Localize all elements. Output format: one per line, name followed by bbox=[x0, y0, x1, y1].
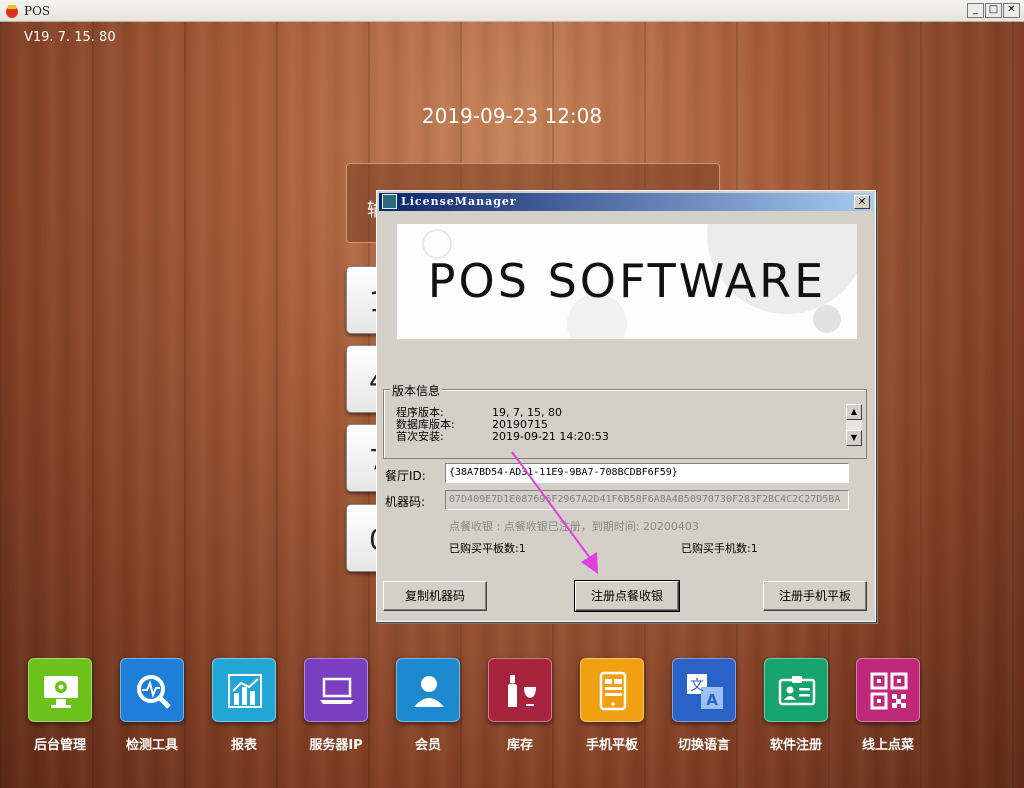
svg-text:文: 文 bbox=[690, 678, 704, 694]
bottom-dock: 后台管理 检测工具 报表 服务器IP 会员 库存 手机平板 文 A 切换语言 软… bbox=[0, 652, 1024, 788]
dock-label: 会员 bbox=[414, 738, 441, 753]
dialog-titlebar: LicenseManager ✕ bbox=[379, 193, 873, 211]
monitor-gear-icon bbox=[28, 658, 92, 722]
tablet-icon bbox=[580, 658, 644, 722]
dialog-close-button[interactable]: ✕ bbox=[854, 195, 870, 209]
version-scrollbar[interactable]: ▲ ▼ bbox=[846, 404, 862, 446]
dialog-title: LicenseManager bbox=[401, 195, 517, 208]
svg-text:A: A bbox=[706, 691, 718, 709]
dock-label: 软件注册 bbox=[769, 738, 822, 753]
window-titlebar: POS _ □ ✕ bbox=[0, 0, 1024, 22]
window-title: POS bbox=[24, 4, 51, 18]
version-row: 首次安装: 2019-09-21 14:20:53 bbox=[396, 428, 609, 444]
version-value: 2019-09-21 14:20:53 bbox=[492, 430, 609, 443]
app-logo-icon bbox=[6, 5, 18, 18]
dock-label: 手机平板 bbox=[585, 738, 638, 753]
dock-item-server-ip[interactable]: 服务器IP bbox=[296, 658, 376, 758]
banner-text: POS SOFTWARE bbox=[427, 254, 827, 308]
dock-item-software-register[interactable]: 软件注册 bbox=[756, 658, 836, 758]
register-pos-button[interactable]: 注册点餐收银 bbox=[574, 580, 680, 612]
version-label: V19. 7. 15. 80 bbox=[24, 30, 116, 45]
restaurant-id-field[interactable]: {38A7BD54-AD31-11E9-9BA7-708BCDBF6F59} bbox=[445, 463, 849, 483]
product-banner: POS SOFTWARE bbox=[397, 224, 857, 339]
clock: 2019-09-23 12:08 bbox=[421, 104, 603, 128]
qr-code-icon bbox=[856, 658, 920, 722]
register-mobile-tablet-button[interactable]: 注册手机平板 bbox=[763, 581, 867, 611]
version-group-label: 版本信息 bbox=[390, 382, 443, 399]
magnifier-pulse-icon bbox=[120, 658, 184, 722]
dock-label: 线上点菜 bbox=[861, 738, 914, 753]
dock-item-language[interactable]: 文A 切换语言 bbox=[664, 658, 744, 758]
version-info-group: 版本信息 程序版本: 19, 7, 15, 80 数据库版本: 20190715 首… bbox=[383, 382, 867, 459]
close-button[interactable]: ✕ bbox=[1003, 3, 1020, 18]
person-icon bbox=[396, 658, 460, 722]
minimize-button[interactable]: _ bbox=[967, 3, 984, 18]
version-key: 首次安装: bbox=[396, 430, 444, 443]
dock-item-online-order[interactable]: 线上点菜 bbox=[848, 658, 928, 758]
laptop-icon bbox=[304, 658, 368, 722]
dock-label: 切换语言 bbox=[677, 738, 730, 753]
scroll-down-icon[interactable]: ▼ bbox=[846, 430, 862, 446]
registration-status: 点餐收银 : 点餐收银已注册，到期时间: 20200403 bbox=[449, 520, 699, 533]
tablets-bought: 已购买平板数:1 bbox=[449, 542, 526, 555]
machine-code-label: 机器码: bbox=[385, 495, 426, 509]
dock-item-backend[interactable]: 后台管理 bbox=[20, 658, 100, 758]
maximize-button[interactable]: □ bbox=[985, 3, 1002, 18]
dock-label: 检测工具 bbox=[125, 738, 178, 753]
window-controls: _ □ ✕ bbox=[967, 3, 1020, 18]
license-manager-dialog: LicenseManager ✕ POS SOFTWARE 版本信息 程序版本:… bbox=[376, 190, 876, 622]
id-card-icon bbox=[764, 658, 828, 722]
phones-bought: 已购买手机数:1 bbox=[681, 542, 758, 555]
dock-item-mobile-tablet[interactable]: 手机平板 bbox=[572, 658, 652, 758]
dock-item-inventory[interactable]: 库存 bbox=[480, 658, 560, 758]
copy-machine-code-button[interactable]: 复制机器码 bbox=[383, 581, 487, 611]
dock-item-reports[interactable]: 报表 bbox=[204, 658, 284, 758]
license-app-icon bbox=[382, 194, 397, 209]
dock-label: 服务器IP bbox=[309, 738, 363, 753]
dock-label: 库存 bbox=[506, 738, 533, 753]
dock-item-member[interactable]: 会员 bbox=[388, 658, 468, 758]
dock-label: 后台管理 bbox=[33, 738, 86, 753]
dock-item-diagnostics[interactable]: 检测工具 bbox=[112, 658, 192, 758]
scroll-up-icon[interactable]: ▲ bbox=[846, 404, 862, 420]
machine-code-field[interactable]: 07D409E7D1E087696F2967A2D41F6B58F6A8A4B5… bbox=[445, 490, 849, 510]
restaurant-id-label: 餐厅ID: bbox=[385, 469, 426, 483]
bar-chart-icon bbox=[212, 658, 276, 722]
wine-icon bbox=[488, 658, 552, 722]
dock-label: 报表 bbox=[230, 738, 257, 753]
translate-icon: 文A bbox=[672, 658, 736, 722]
